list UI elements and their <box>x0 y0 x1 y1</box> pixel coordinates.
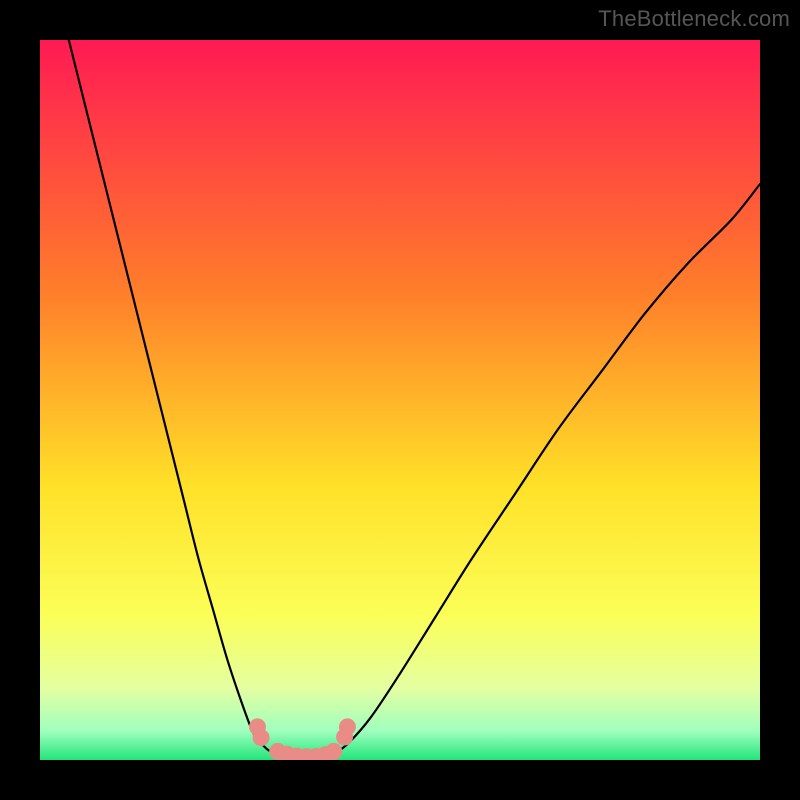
chart-frame <box>40 40 760 760</box>
gradient-background <box>40 40 760 760</box>
chart-svg <box>40 40 760 760</box>
data-marker <box>339 718 356 735</box>
watermark-text: TheBottleneck.com <box>598 6 790 32</box>
data-marker <box>325 743 342 760</box>
data-marker <box>253 729 270 746</box>
